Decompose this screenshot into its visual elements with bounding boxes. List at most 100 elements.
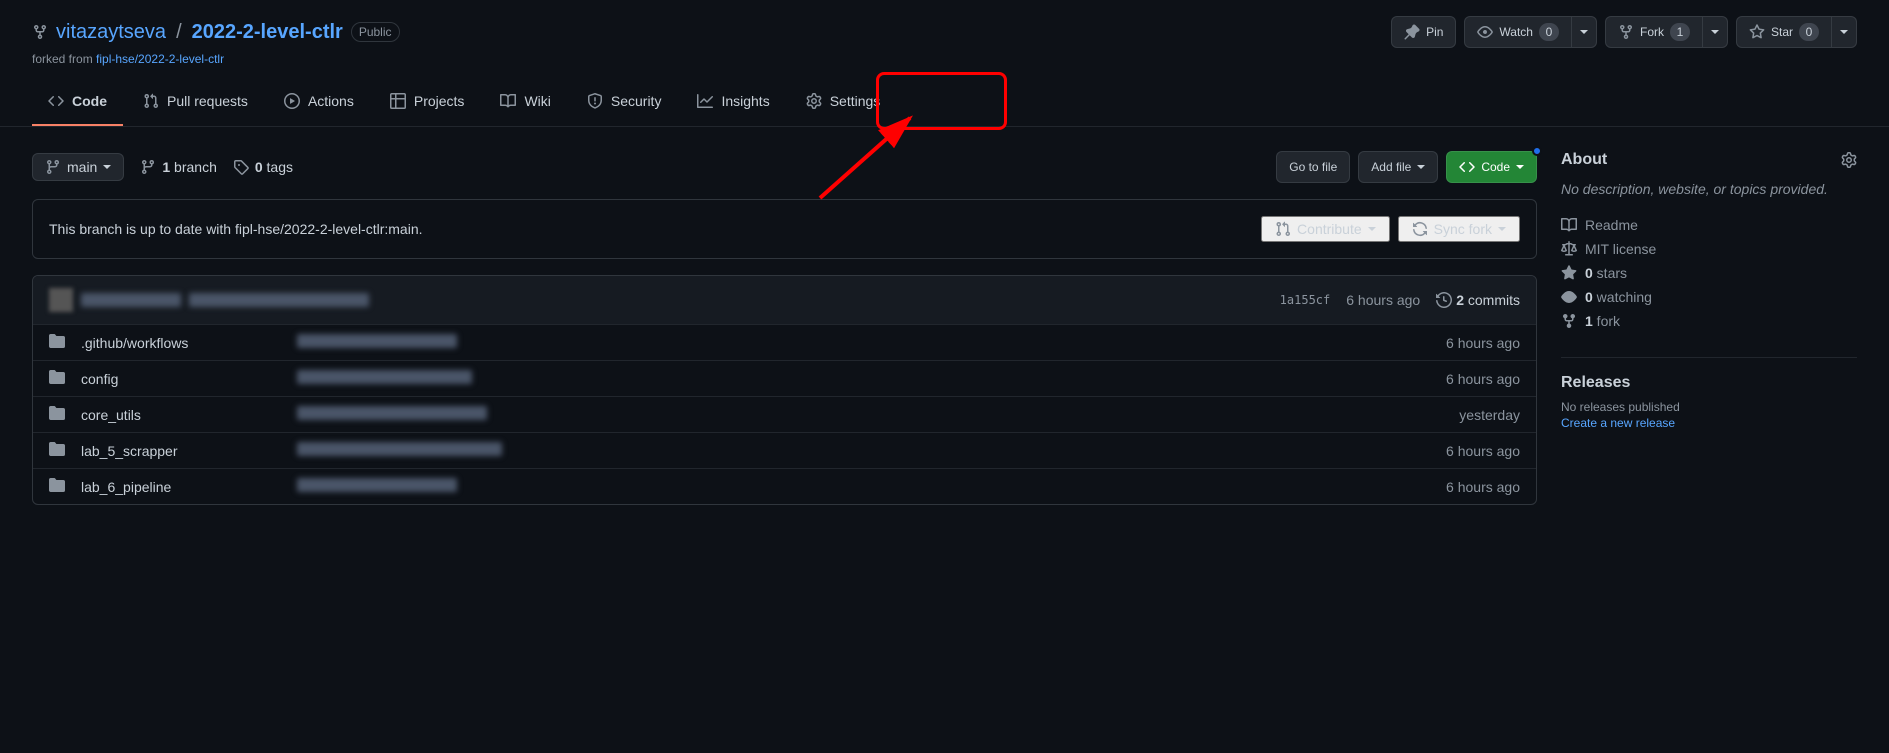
code-button-label: Code	[1481, 157, 1510, 177]
releases-title: Releases	[1561, 374, 1857, 392]
star-count: 0	[1799, 23, 1819, 41]
caret-down-icon	[1516, 165, 1524, 169]
branches-link[interactable]: 1 branch	[140, 159, 217, 175]
readme-link[interactable]: Readme	[1561, 213, 1857, 237]
releases-none: No releases published	[1561, 400, 1857, 414]
graph-icon	[697, 93, 713, 109]
star-dropdown-button[interactable]	[1832, 16, 1857, 48]
star-button[interactable]: Star 0	[1736, 16, 1832, 48]
tags-link[interactable]: 0 tags	[233, 159, 293, 175]
notice-text: This branch is up to date with fipl-hse/…	[49, 221, 423, 237]
file-row[interactable]: .github/workflows6 hours ago	[33, 324, 1536, 360]
repo-name-link[interactable]: 2022-2-level-ctlr	[192, 21, 343, 44]
watch-button[interactable]: Watch 0	[1464, 16, 1572, 48]
tab-settings[interactable]: Settings	[790, 78, 897, 126]
add-file-button[interactable]: Add file	[1358, 151, 1438, 183]
fork-button[interactable]: Fork 1	[1605, 16, 1703, 48]
pull-request-icon	[143, 93, 159, 109]
add-file-label: Add file	[1371, 157, 1411, 177]
notification-dot	[1532, 146, 1542, 156]
code-button[interactable]: Code	[1446, 151, 1537, 183]
tab-security[interactable]: Security	[571, 78, 678, 126]
commit-hash[interactable]: 1a155cf	[1280, 293, 1331, 307]
fork-icon	[1561, 313, 1577, 329]
sync-fork-button[interactable]: Sync fork	[1398, 216, 1520, 242]
tab-pr-label: Pull requests	[167, 86, 248, 116]
commit-message-blur	[297, 478, 457, 492]
file-row[interactable]: core_utils yesterday	[33, 396, 1536, 432]
tab-code-label: Code	[72, 86, 107, 116]
tab-actions-label: Actions	[308, 86, 354, 116]
caret-down-icon	[1368, 227, 1376, 231]
commit-author-avatar[interactable]	[49, 288, 73, 312]
sync-notice: This branch is up to date with fipl-hse/…	[32, 199, 1537, 259]
code-icon	[1459, 159, 1475, 175]
visibility-badge: Public	[351, 22, 400, 42]
tab-insights[interactable]: Insights	[681, 78, 785, 126]
gear-icon[interactable]	[1841, 152, 1857, 168]
file-row[interactable]: lab_5_scrapper 6 hours ago	[33, 432, 1536, 468]
stars-link[interactable]: 0 stars	[1561, 261, 1857, 285]
file-time: yesterday	[1420, 407, 1520, 423]
file-row[interactable]: config 6 hours ago	[33, 360, 1536, 396]
about-description: No description, website, or topics provi…	[1561, 181, 1857, 197]
book-icon	[1561, 217, 1577, 233]
branch-select-button[interactable]: main	[32, 153, 124, 181]
pin-button[interactable]: Pin	[1391, 16, 1456, 48]
repo-separator: /	[176, 21, 182, 44]
commits-link[interactable]: 2 commits	[1436, 292, 1520, 308]
license-link[interactable]: MIT license	[1561, 237, 1857, 261]
about-title: About	[1561, 151, 1607, 169]
file-list: 1a155cf 6 hours ago 2 commits .github/wo…	[32, 275, 1537, 505]
file-row[interactable]: lab_6_pipeline 6 hours ago	[33, 468, 1536, 504]
tab-projects[interactable]: Projects	[374, 78, 481, 126]
file-time: 6 hours ago	[1420, 443, 1520, 459]
commit-message-blur	[189, 293, 369, 307]
watch-dropdown-button[interactable]	[1572, 16, 1597, 48]
divider	[1561, 357, 1857, 358]
folder-icon	[49, 405, 65, 424]
tab-pull-requests[interactable]: Pull requests	[127, 78, 264, 126]
file-name[interactable]: config	[81, 371, 281, 387]
fork-label: Fork	[1640, 22, 1664, 42]
file-time: 6 hours ago	[1420, 479, 1520, 495]
tab-settings-label: Settings	[830, 86, 881, 116]
fork-count: 1	[1670, 23, 1690, 41]
eye-icon	[1561, 289, 1577, 305]
goto-file-button[interactable]: Go to file	[1276, 151, 1350, 183]
fork-dropdown-button[interactable]	[1703, 16, 1728, 48]
commit-message-blur	[297, 370, 472, 384]
repo-forked-icon	[32, 24, 48, 40]
file-name[interactable]: .github/workflows	[81, 335, 281, 351]
file-name[interactable]: core_utils	[81, 407, 281, 423]
watching-link[interactable]: 0 watching	[1561, 285, 1857, 309]
create-release-link[interactable]: Create a new release	[1561, 416, 1675, 430]
star-label: Star	[1771, 22, 1793, 42]
tab-code[interactable]: Code	[32, 78, 123, 126]
branch-name: main	[67, 159, 97, 175]
watch-count: 0	[1539, 23, 1559, 41]
file-name[interactable]: lab_5_scrapper	[81, 443, 281, 459]
commit-message-blur	[297, 334, 457, 348]
tab-security-label: Security	[611, 86, 662, 116]
folder-icon	[49, 477, 65, 496]
caret-down-icon	[1840, 30, 1848, 34]
contribute-button[interactable]: Contribute	[1261, 216, 1390, 242]
gear-icon	[806, 93, 822, 109]
eye-icon	[1477, 24, 1493, 40]
file-time: 6 hours ago	[1420, 371, 1520, 387]
forked-from-link[interactable]: fipl-hse/2022-2-level-ctlr	[96, 52, 224, 66]
star-icon	[1749, 24, 1765, 40]
pin-label: Pin	[1426, 22, 1443, 42]
license-label: MIT license	[1585, 241, 1656, 257]
git-branch-icon	[45, 159, 61, 175]
tab-insights-label: Insights	[721, 86, 769, 116]
forks-link[interactable]: 1 fork	[1561, 309, 1857, 333]
watch-label: Watch	[1499, 22, 1533, 42]
repo-owner-link[interactable]: vitazaytseva	[56, 21, 166, 44]
shield-icon	[587, 93, 603, 109]
tab-projects-label: Projects	[414, 86, 465, 116]
tab-wiki[interactable]: Wiki	[484, 78, 566, 126]
tab-actions[interactable]: Actions	[268, 78, 370, 126]
file-name[interactable]: lab_6_pipeline	[81, 479, 281, 495]
